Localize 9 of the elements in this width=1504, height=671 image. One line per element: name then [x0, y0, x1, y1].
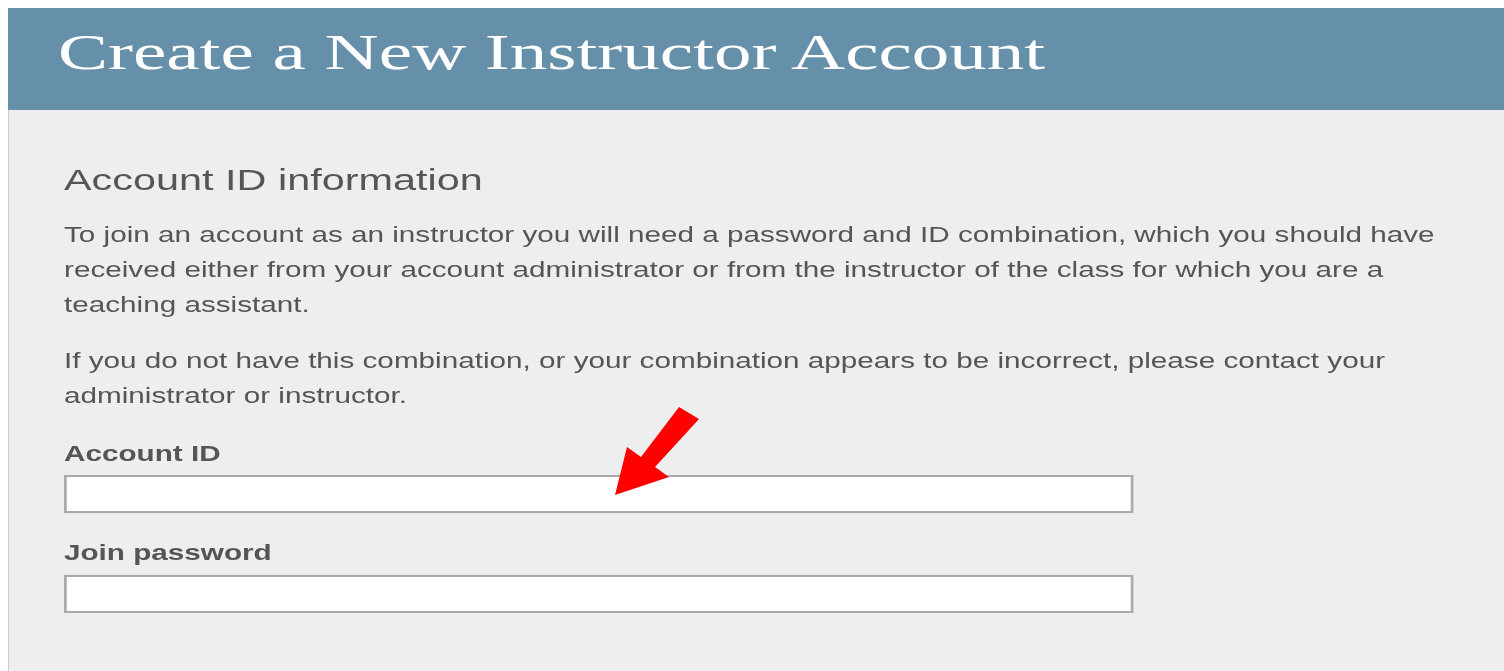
input-field[interactable] [64, 475, 1134, 514]
page-title: Create a New Instructor Account [58, 23, 1046, 82]
section-heading: Account ID information [64, 162, 484, 198]
paragraph: If you do not have this combination, or your combination appears to be incorrect, please contact your administrator or instructor. [64, 348, 1387, 410]
paragraph: To join an account as an instructor you will need a password and ID combination, which you should have received either from your account administrator or from the instructor of the class for which you are a teaching assistant. [64, 222, 1436, 319]
arrow-icon [615, 407, 699, 495]
field-label: Account ID [64, 441, 222, 468]
field-label: Join password [64, 540, 273, 568]
input-field[interactable] [64, 574, 1134, 613]
